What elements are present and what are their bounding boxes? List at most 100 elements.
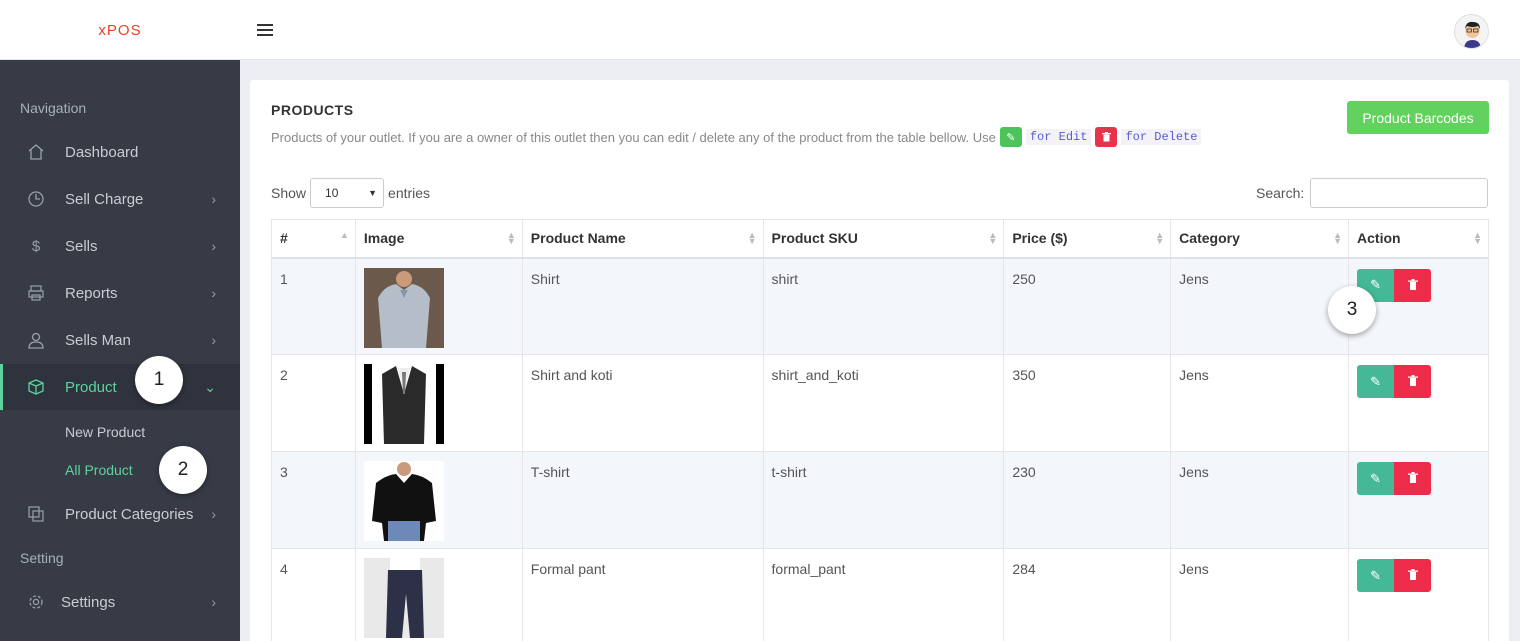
sidebar-item-reports[interactable]: Reports › — [0, 270, 240, 316]
products-table: # ▲ Image ▲ ▼ Product Name ▲ ▼ Product SKU ▲ ▼ … — [271, 219, 1489, 641]
entries-select[interactable]: 10 ▼ — [310, 178, 385, 208]
chevron-right-icon: › — [211, 594, 216, 610]
product-barcodes-button[interactable]: Product Barcodes — [1347, 101, 1489, 134]
avatar[interactable] — [1454, 14, 1489, 49]
header-label: # — [280, 230, 288, 247]
trash-icon — [1407, 471, 1418, 486]
sidebar-item-sells-man[interactable]: Sells Man › — [0, 317, 240, 363]
product-image-sweater[interactable] — [363, 461, 444, 541]
delete-button[interactable] — [1394, 462, 1432, 495]
cell-product-sku: t-shirt — [762, 451, 1005, 549]
cell-product-name: Formal pant — [521, 548, 764, 641]
product-image-shirt[interactable] — [363, 267, 444, 348]
sidebar-item-label: Sell Charge — [65, 190, 144, 208]
product-image-vest[interactable] — [363, 364, 444, 444]
sidebar-item-label: Product — [65, 378, 117, 396]
pencil-icon: ✎ — [1370, 373, 1381, 389]
table-row: 2 Shirt and koti shirt_and_koti 350 Jens… — [271, 354, 1489, 452]
sidebar-item-label: Product Categories — [65, 505, 194, 523]
cell-num: 2 — [271, 354, 356, 452]
cell-category: Jens — [1170, 548, 1350, 641]
header-label: Image — [363, 230, 405, 247]
cell-action: ✎ — [1348, 354, 1489, 452]
edit-button[interactable]: ✎ — [1357, 559, 1395, 592]
chevron-right-icon: › — [211, 238, 216, 254]
chevron-right-icon: › — [211, 191, 216, 207]
sidebar-subitem-all-product[interactable]: All Product — [65, 462, 133, 478]
search-input[interactable] — [1310, 178, 1489, 208]
nav-heading: Navigation — [20, 100, 87, 116]
pencil-icon: ✎ — [1370, 470, 1381, 486]
header-label: Action — [1357, 230, 1401, 247]
sidebar: Navigation Dashboard Sell Charge › $ Sel… — [0, 60, 240, 641]
cell-product-sku: shirt_and_koti — [762, 354, 1005, 452]
delete-button[interactable] — [1394, 365, 1432, 398]
sort-icon: ▲ ▼ — [1333, 230, 1343, 246]
sidebar-item-label: Reports — [65, 284, 118, 302]
chevron-right-icon: › — [211, 285, 216, 301]
header-label: Product SKU — [771, 230, 858, 247]
column-header-product-name[interactable]: Product Name ▲ ▼ — [521, 219, 764, 259]
page-description: Products of your outlet. If you are a ow… — [271, 127, 1202, 147]
trash-icon — [1407, 374, 1418, 389]
delete-button[interactable] — [1394, 559, 1432, 592]
sidebar-subitem-new-product[interactable]: New Product — [65, 424, 145, 440]
app-logo[interactable]: xPOS — [0, 0, 240, 60]
column-header-price[interactable]: Price ($) ▲ ▼ — [1003, 219, 1172, 259]
sort-icon: ▲ ▼ — [1155, 230, 1165, 246]
column-header-category[interactable]: Category ▲ ▼ — [1170, 219, 1350, 259]
pencil-icon: ✎ — [1370, 277, 1381, 292]
edit-button[interactable]: ✎ — [1357, 462, 1395, 495]
layers-icon — [26, 504, 46, 524]
sidebar-item-sell-charge[interactable]: Sell Charge › — [0, 176, 240, 222]
sidebar-item-settings[interactable]: Settings › — [0, 579, 240, 625]
clock-icon — [26, 189, 46, 209]
sort-icon: ▲ ▼ — [747, 230, 757, 246]
cell-image — [354, 548, 523, 641]
table-row: 4 Formal pant formal_pant 284 Jens ✎ — [271, 548, 1489, 641]
printer-icon — [26, 283, 46, 303]
cell-image — [354, 354, 523, 452]
sidebar-item-product-categories[interactable]: Product Categories › — [0, 491, 240, 537]
cell-price: 284 — [1003, 548, 1172, 641]
edit-hint-icon: ✎ — [999, 127, 1022, 147]
top-bar: xPOS — [0, 0, 1520, 60]
search-control: Search: — [1256, 178, 1489, 208]
header-label: Product Name — [530, 230, 626, 247]
cell-product-name: Shirt and koti — [521, 354, 764, 452]
show-label: Show — [271, 185, 307, 201]
cell-action: ✎ — [1348, 451, 1489, 549]
callout-2: 2 — [159, 446, 207, 494]
entries-control: Show 10 ▼ entries — [271, 178, 430, 208]
home-icon — [26, 142, 46, 162]
edit-button[interactable]: ✎ — [1357, 365, 1395, 398]
sort-asc-icon: ▲ — [339, 230, 349, 240]
cell-category: Jens — [1170, 354, 1350, 452]
cell-num: 4 — [271, 548, 356, 641]
column-header-action[interactable]: Action ▲ ▼ — [1348, 219, 1489, 259]
sidebar-item-dashboard[interactable]: Dashboard — [0, 129, 240, 175]
cell-category: Jens — [1170, 257, 1350, 355]
product-image-pant[interactable] — [363, 558, 444, 638]
column-header-image[interactable]: Image ▲ ▼ — [354, 219, 523, 259]
column-header-num[interactable]: # ▲ — [271, 219, 356, 259]
column-header-product-sku[interactable]: Product SKU ▲ ▼ — [762, 219, 1005, 259]
sidebar-item-label: Sells Man — [65, 331, 131, 349]
gear-icon — [26, 592, 46, 612]
menu-toggle-icon[interactable] — [257, 24, 273, 36]
trash-icon — [1407, 568, 1418, 583]
user-icon — [26, 330, 46, 350]
delete-hint-text: for Delete — [1121, 129, 1202, 145]
delete-button[interactable] — [1394, 268, 1432, 302]
sidebar-item-product[interactable]: Product ⌄ — [0, 364, 240, 410]
edit-hint-text: for Edit — [1025, 129, 1092, 145]
chevron-right-icon: › — [211, 506, 216, 522]
cell-price: 350 — [1003, 354, 1172, 452]
dollar-icon: $ — [31, 237, 41, 255]
sidebar-item-label: Dashboard — [65, 143, 139, 161]
sidebar-item-sells[interactable]: $ Sells › — [0, 223, 240, 269]
table-header-row: # ▲ Image ▲ ▼ Product Name ▲ ▼ Product SKU ▲ ▼ … — [271, 219, 1489, 259]
chevron-down-icon: ⌄ — [204, 378, 216, 395]
page-title: PRODUCTS — [271, 102, 354, 118]
header-label: Price ($) — [1012, 230, 1068, 247]
